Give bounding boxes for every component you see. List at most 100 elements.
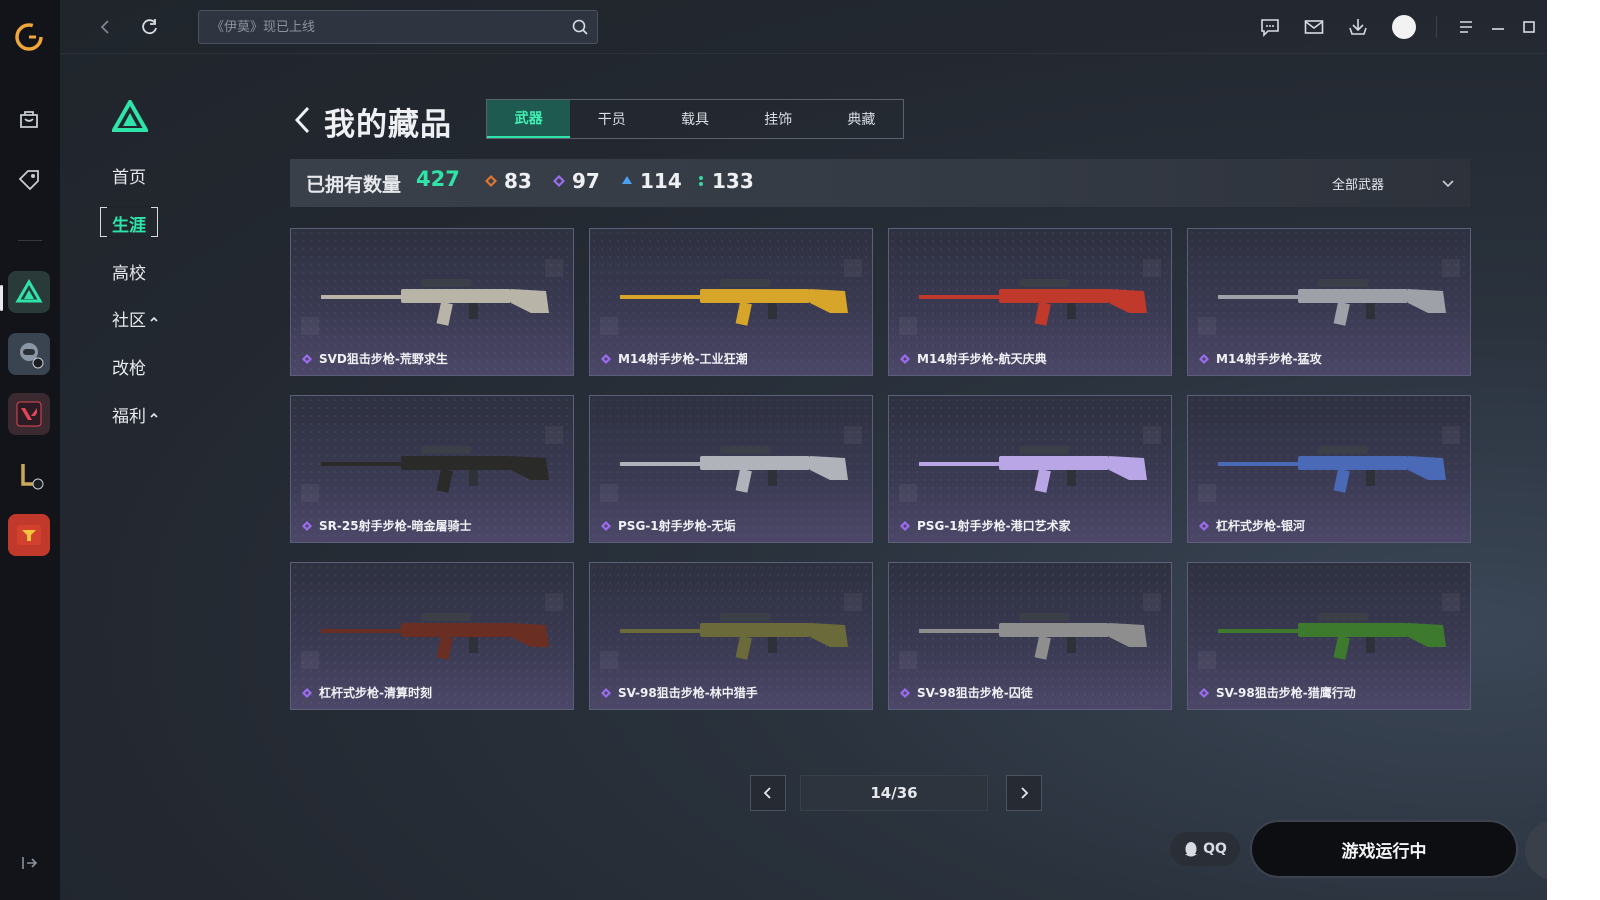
weapon-card[interactable]: SR-25射手步枪-暗金屠骑士 xyxy=(290,395,574,543)
green-gem-icon xyxy=(699,176,703,186)
valorant-app-icon[interactable] xyxy=(8,393,50,435)
purple-gem-icon xyxy=(601,353,611,364)
purple-gem-icon xyxy=(302,353,312,364)
tab-weapons[interactable]: 武器 xyxy=(487,100,571,138)
game-running-button[interactable]: 游戏运行中 xyxy=(1250,820,1518,878)
rifle-icon xyxy=(620,279,848,326)
weapon-name-label: SV-98狙击步枪-猎鹰行动 xyxy=(1216,686,1356,700)
weapon-name-label: PSG-1射手步枪-港口艺术家 xyxy=(917,519,1071,533)
expand-rail-icon[interactable] xyxy=(18,852,40,878)
chat-icon[interactable] xyxy=(1256,13,1284,41)
search-icon[interactable] xyxy=(571,18,589,40)
weapon-name-label: SVD狙击步枪-荒野求生 xyxy=(319,352,448,366)
weapon-card[interactable]: M14射手步枪-工业狂潮 xyxy=(589,228,873,376)
qq-label: QQ xyxy=(1203,841,1227,857)
qq-button[interactable]: QQ xyxy=(1170,832,1240,866)
weapon-card[interactable]: PSG-1射手步枪-无垢 xyxy=(589,395,873,543)
league-app-icon[interactable] xyxy=(8,454,50,496)
game-astronaut-icon[interactable] xyxy=(8,333,50,375)
cf-app-icon[interactable] xyxy=(8,514,50,556)
tier-green-value: 133 xyxy=(712,169,754,193)
nav-community-label: 社区 xyxy=(112,311,146,331)
weapon-card[interactable]: PSG-1射手步枪-港口艺术家 xyxy=(888,395,1172,543)
purple-gem-icon xyxy=(601,687,611,698)
rifle-icon xyxy=(1218,446,1446,493)
weapon-card[interactable]: SVD狙击步枪-荒野求生 xyxy=(290,228,574,376)
chevron-up-icon xyxy=(150,316,158,322)
back-to-career-icon[interactable] xyxy=(293,105,313,139)
weapon-name: PSG-1射手步枪-港口艺术家 xyxy=(899,517,1071,534)
tab-collectibles[interactable]: 典藏 xyxy=(820,100,903,138)
weapon-card[interactable]: SV-98狙击步枪-囚徒 xyxy=(888,562,1172,710)
refresh-icon[interactable] xyxy=(136,13,164,41)
chevron-left-icon xyxy=(763,787,771,799)
weapon-name: M14射手步枪-工业狂潮 xyxy=(600,350,748,367)
rifle-icon xyxy=(620,446,848,493)
weapon-name: M14射手步枪-航天庆典 xyxy=(899,350,1047,367)
weapon-name-label: M14射手步枪-猛攻 xyxy=(1216,352,1322,366)
tier-orange-value: 83 xyxy=(504,169,532,193)
weapon-name: 杠杆式步枪-银河 xyxy=(1198,517,1305,534)
window-edge xyxy=(1547,0,1600,900)
owned-count-label: 已拥有数量 xyxy=(306,174,402,196)
tab-operators[interactable]: 干员 xyxy=(570,100,653,138)
topbar-separator xyxy=(1436,16,1437,38)
back-icon[interactable] xyxy=(92,13,120,41)
purple-gem-icon xyxy=(553,175,565,187)
weapon-filter-dropdown[interactable]: 全部武器 xyxy=(1306,169,1456,197)
purple-gem-icon xyxy=(302,687,312,698)
weapon-card[interactable]: 杠杆式步枪-清算时刻 xyxy=(290,562,574,710)
app-logo-icon[interactable] xyxy=(8,16,50,58)
weapon-card[interactable]: SV-98狙击步枪-林中猎手 xyxy=(589,562,873,710)
nav-gunsmith[interactable]: 改枪 xyxy=(112,354,146,379)
nav-career[interactable]: 生涯 xyxy=(112,211,146,236)
ownership-stats-bar: 已拥有数量 427 83 97 114 133 全部武器 xyxy=(290,159,1470,207)
store-bag-icon[interactable] xyxy=(8,98,50,140)
tier-orange-count: 83 xyxy=(484,169,532,193)
maximize-icon[interactable] xyxy=(1515,13,1543,41)
mail-icon[interactable] xyxy=(1300,13,1328,41)
weapon-name: SV-98狙击步枪-猎鹰行动 xyxy=(1198,684,1356,701)
nav-college[interactable]: 高校 xyxy=(112,259,146,284)
minimize-icon[interactable] xyxy=(1484,13,1512,41)
purple-gem-icon xyxy=(1199,353,1209,364)
next-page-button[interactable] xyxy=(1006,775,1042,811)
game-tag-icon[interactable] xyxy=(8,158,50,200)
nav-community[interactable]: 社区 xyxy=(112,306,159,331)
weapon-name: SVD狙击步枪-荒野求生 xyxy=(301,350,448,367)
weapon-card[interactable]: M14射手步枪-猛攻 xyxy=(1187,228,1471,376)
nav-home[interactable]: 首页 xyxy=(112,163,146,188)
menu-icon[interactable] xyxy=(1452,13,1480,41)
delta-force-app-icon[interactable] xyxy=(8,271,50,313)
weapon-card[interactable]: SV-98狙击步枪-猎鹰行动 xyxy=(1187,562,1471,710)
tier-blue-value: 114 xyxy=(640,169,682,193)
page-indicator: 14/36 xyxy=(800,775,988,811)
weapon-name-label: SR-25射手步枪-暗金屠骑士 xyxy=(319,519,472,533)
nav-welfare[interactable]: 福利 xyxy=(112,402,159,427)
weapon-name: 杠杆式步枪-清算时刻 xyxy=(301,684,432,701)
tab-vehicles[interactable]: 载具 xyxy=(653,100,736,138)
search-box[interactable] xyxy=(198,10,598,44)
rifle-icon xyxy=(1218,279,1446,326)
download-icon[interactable] xyxy=(1344,13,1372,41)
rifle-icon xyxy=(1218,613,1446,660)
orange-gem-icon xyxy=(485,175,497,187)
rifle-icon xyxy=(919,446,1147,493)
weapon-name: SV-98狙击步枪-林中猎手 xyxy=(600,684,758,701)
chevron-down-icon xyxy=(1442,180,1454,188)
app-rail xyxy=(0,0,60,900)
weapon-name-label: M14射手步枪-航天庆典 xyxy=(917,352,1047,366)
search-input[interactable] xyxy=(211,11,551,43)
weapon-card[interactable]: 杠杆式步枪-银河 xyxy=(1187,395,1471,543)
chevron-right-icon xyxy=(1021,787,1029,799)
tier-blue-count: 114 xyxy=(620,169,682,193)
tab-charms[interactable]: 挂饰 xyxy=(737,100,820,138)
weapon-filter-label: 全部武器 xyxy=(1332,177,1385,193)
app-window: 首页 生涯 高校 社区 改枪 福利 我的藏品 武器 干员 载具 挂饰 典藏 xyxy=(0,0,1600,900)
avatar[interactable] xyxy=(1390,13,1418,41)
weapon-name-label: PSG-1射手步枪-无垢 xyxy=(618,519,736,533)
tier-purple-count: 97 xyxy=(552,169,600,193)
prev-page-button[interactable] xyxy=(750,775,786,811)
weapon-name-label: 杠杆式步枪-银河 xyxy=(1216,519,1305,533)
weapon-card[interactable]: M14射手步枪-航天庆典 xyxy=(888,228,1172,376)
